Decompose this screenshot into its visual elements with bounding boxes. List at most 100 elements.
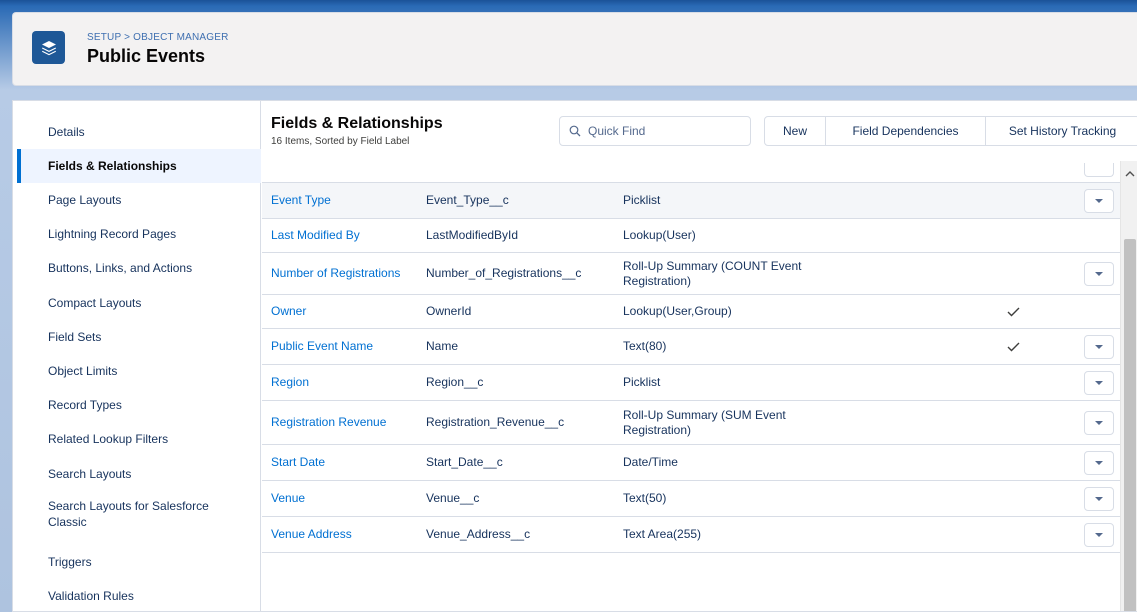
new-button[interactable]: New <box>765 117 826 145</box>
table-row: Public Event Name Name Text(80) <box>262 329 1120 365</box>
sidebar-item-label: Related Lookup Filters <box>48 432 169 446</box>
sidebar-item-object-limits[interactable]: Object Limits <box>17 354 261 388</box>
field-data-type: Lookup(User,Group) <box>623 304 732 318</box>
chevron-down-icon <box>1095 496 1103 501</box>
field-api-name: Start_Date__c <box>426 455 503 469</box>
section-title: Fields & Relationships <box>271 115 443 132</box>
row-menu-button[interactable] <box>1084 163 1114 177</box>
field-data-type: Lookup(User) <box>623 228 696 242</box>
checkmark-icon <box>1007 342 1019 351</box>
row-menu-button[interactable] <box>1084 261 1114 286</box>
main-panel: Fields & Relationships 16 Items, Sorted … <box>262 101 1137 611</box>
sidebar-item-fields-relationships[interactable]: Fields & Relationships <box>17 149 261 183</box>
chevron-down-icon <box>1095 380 1103 385</box>
field-api-name: Region__c <box>426 375 484 389</box>
field-label-link[interactable]: Region <box>271 365 411 400</box>
row-menu-button[interactable] <box>1084 522 1114 547</box>
action-button-group: New Field Dependencies Set History Track… <box>764 116 1137 146</box>
set-history-tracking-button[interactable]: Set History Tracking <box>986 117 1137 145</box>
field-label-link[interactable]: Public Event Name <box>271 329 411 364</box>
object-manager-content: Details Fields & Relationships Page Layo… <box>12 100 1137 612</box>
sidebar-item-search-layouts[interactable]: Search Layouts <box>17 457 261 491</box>
sidebar-item-compact-layouts[interactable]: Compact Layouts <box>17 286 261 320</box>
row-menu-button[interactable] <box>1084 370 1114 395</box>
sidebar-item-details[interactable]: Details <box>17 115 261 149</box>
sidebar-item-label: Triggers <box>48 555 92 569</box>
field-api-name: Event_Type__c <box>426 193 509 207</box>
field-data-type: Text Area(255) <box>623 527 702 541</box>
chevron-down-icon <box>1095 420 1103 425</box>
row-menu-button[interactable] <box>1084 450 1114 475</box>
fields-table: Event Type Event_Type__c Picklist Last M… <box>262 161 1120 611</box>
row-menu-button[interactable] <box>1084 410 1114 435</box>
sidebar-item-label: Details <box>48 125 85 139</box>
table-row: Event Type Event_Type__c Picklist <box>262 183 1120 219</box>
field-api-name: OwnerId <box>426 304 472 318</box>
field-label-link[interactable]: Event Type <box>271 183 411 218</box>
field-data-type: Roll-Up Summary (SUM Event Registration) <box>623 407 786 437</box>
sidebar-item-lightning-record-pages[interactable]: Lightning Record Pages <box>17 217 261 251</box>
row-menu-button[interactable] <box>1084 486 1114 511</box>
table-scrollbar[interactable] <box>1120 161 1137 611</box>
table-row: Last Modified By LastModifiedById Lookup… <box>262 219 1120 253</box>
sidebar-item-buttons-links-actions[interactable]: Buttons, Links, and Actions <box>17 251 261 285</box>
checkmark-icon <box>1007 307 1019 316</box>
table-row-partial <box>262 161 1120 183</box>
sidebar-item-label: Search Layouts <box>48 467 132 481</box>
chevron-down-icon <box>1095 344 1103 349</box>
table-row: Start Date Start_Date__c Date/Time <box>262 445 1120 481</box>
field-data-type: Picklist <box>623 193 661 207</box>
sidebar-item-page-layouts[interactable]: Page Layouts <box>17 183 261 217</box>
field-data-type: Text(80) <box>623 339 667 353</box>
quick-find-input[interactable] <box>588 124 738 138</box>
table-row: Number of Registrations Number_of_Regist… <box>262 253 1120 295</box>
field-label-link[interactable]: Owner <box>271 295 411 328</box>
sidebar-item-field-sets[interactable]: Field Sets <box>17 320 261 354</box>
sidebar-item-label: Buttons, Links, and Actions <box>48 261 193 275</box>
field-data-type: Picklist <box>623 375 661 389</box>
row-menu-button[interactable] <box>1084 188 1114 213</box>
sidebar: Details Fields & Relationships Page Layo… <box>13 101 261 611</box>
page-title: Public Events <box>87 46 206 66</box>
field-api-name: Name <box>426 339 459 353</box>
scrollbar-thumb[interactable] <box>1124 239 1136 611</box>
sidebar-item-record-types[interactable]: Record Types <box>17 388 261 422</box>
field-label-link[interactable]: Last Modified By <box>271 219 411 252</box>
sidebar-item-label: Field Sets <box>48 330 102 344</box>
field-api-name: Venue__c <box>426 491 480 505</box>
sidebar-item-label: Validation Rules <box>48 589 134 603</box>
table-row: Venue Venue__c Text(50) <box>262 481 1120 517</box>
sidebar-item-related-lookup-filters[interactable]: Related Lookup Filters <box>17 422 261 456</box>
field-api-name: Venue_Address__c <box>426 527 531 541</box>
field-data-type: Roll-Up Summary (COUNT Event Registratio… <box>623 258 802 288</box>
field-label-link[interactable]: Venue <box>271 481 411 516</box>
field-label-link[interactable]: Start Date <box>271 445 411 480</box>
chevron-down-icon <box>1095 271 1103 276</box>
field-label-link[interactable]: Venue Address <box>271 517 411 552</box>
table-row: Region Region__c Picklist <box>262 365 1120 401</box>
row-menu-button[interactable] <box>1084 334 1114 359</box>
sidebar-item-label: Record Types <box>48 398 122 412</box>
sidebar-item-label: Search Layouts for Salesforce Classic <box>48 499 209 529</box>
sidebar-item-search-layouts-classic[interactable]: Search Layouts for Salesforce Classic <box>17 492 261 536</box>
field-label-link[interactable]: Registration Revenue <box>271 401 411 444</box>
sidebar-item-label: Compact Layouts <box>48 296 142 310</box>
field-data-type: Date/Time <box>623 455 678 469</box>
chevron-down-icon <box>1095 198 1103 203</box>
sidebar-item-label: Object Limits <box>48 364 118 378</box>
field-label-link[interactable]: Number of Registrations <box>271 253 411 294</box>
table-row: Owner OwnerId Lookup(User,Group) <box>262 295 1120 329</box>
field-data-type: Text(50) <box>623 491 667 505</box>
field-api-name: Registration_Revenue__c <box>426 415 565 429</box>
scroll-up-arrow-icon[interactable] <box>1125 169 1135 179</box>
sidebar-item-triggers[interactable]: Triggers <box>17 545 261 579</box>
table-row: Venue Address Venue_Address__c Text Area… <box>262 517 1120 553</box>
sidebar-item-label: Fields & Relationships <box>48 159 177 173</box>
sidebar-item-validation-rules[interactable]: Validation Rules <box>17 579 261 611</box>
breadcrumb[interactable]: SETUP > OBJECT MANAGER <box>87 32 229 43</box>
field-dependencies-button[interactable]: Field Dependencies <box>826 117 986 145</box>
quick-find-box[interactable] <box>559 116 751 146</box>
sidebar-item-label: Lightning Record Pages <box>48 227 177 241</box>
chevron-down-icon <box>1095 460 1103 465</box>
item-count: 16 Items, Sorted by Field Label <box>271 136 410 147</box>
